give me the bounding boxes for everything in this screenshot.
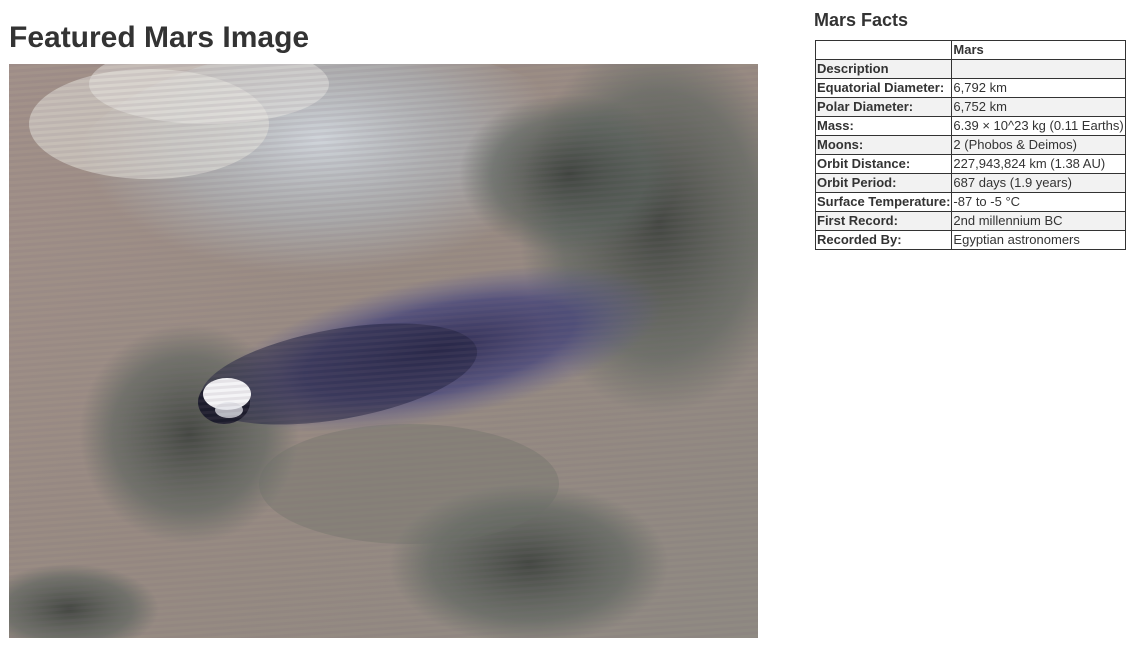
fact-label: Equatorial Diameter: <box>814 78 953 98</box>
fact-value: 2nd millennium BC <box>951 211 1126 231</box>
fact-value: 6.39 × 10^23 kg (0.11 Earths) <box>951 116 1126 136</box>
fact-value: 687 days (1.9 years) <box>951 173 1126 193</box>
mars-facts-table: Mars Description Equatorial Diameter: 6,… <box>814 40 1126 250</box>
fact-value: 6,752 km <box>951 97 1126 117</box>
fact-label: Mass: <box>814 116 953 136</box>
fact-label: Recorded By: <box>814 230 953 250</box>
table-row: Recorded By: Egyptian astronomers <box>814 230 1126 250</box>
fact-label: Orbit Period: <box>814 173 953 193</box>
fact-value: 227,943,824 km (1.38 AU) <box>951 154 1126 174</box>
featured-image-title: Featured Mars Image <box>9 21 310 54</box>
fact-label: Description <box>814 59 953 79</box>
fact-label: Polar Diameter: <box>814 97 953 117</box>
table-row: Description <box>814 59 1126 79</box>
table-header-cell <box>814 40 953 60</box>
fact-label: First Record: <box>814 211 953 231</box>
table-row: Orbit Period: 687 days (1.9 years) <box>814 173 1126 193</box>
featured-mars-image[interactable] <box>9 64 758 638</box>
table-row: Moons: 2 (Phobos & Deimos) <box>814 135 1126 155</box>
fact-value <box>951 59 1126 79</box>
mars-facts-title: Mars Facts <box>814 10 909 30</box>
fact-value: 2 (Phobos & Deimos) <box>951 135 1126 155</box>
table-row: Equatorial Diameter: 6,792 km <box>814 78 1126 98</box>
fact-value: 6,792 km <box>951 78 1126 98</box>
table-row: First Record: 2nd millennium BC <box>814 211 1126 231</box>
table-row: Polar Diameter: 6,752 km <box>814 97 1126 117</box>
table-row: Surface Temperature: -87 to -5 °C <box>814 192 1126 212</box>
fact-label: Surface Temperature: <box>814 192 953 212</box>
fact-label: Moons: <box>814 135 953 155</box>
fact-value: Egyptian astronomers <box>951 230 1126 250</box>
table-row: Mass: 6.39 × 10^23 kg (0.11 Earths) <box>814 116 1126 136</box>
table-row: Orbit Distance: 227,943,824 km (1.38 AU) <box>814 154 1126 174</box>
table-header-cell: Mars <box>951 40 1126 60</box>
fact-label: Orbit Distance: <box>814 154 953 174</box>
fact-value: -87 to -5 °C <box>951 192 1126 212</box>
table-header-row: Mars <box>814 40 1126 60</box>
